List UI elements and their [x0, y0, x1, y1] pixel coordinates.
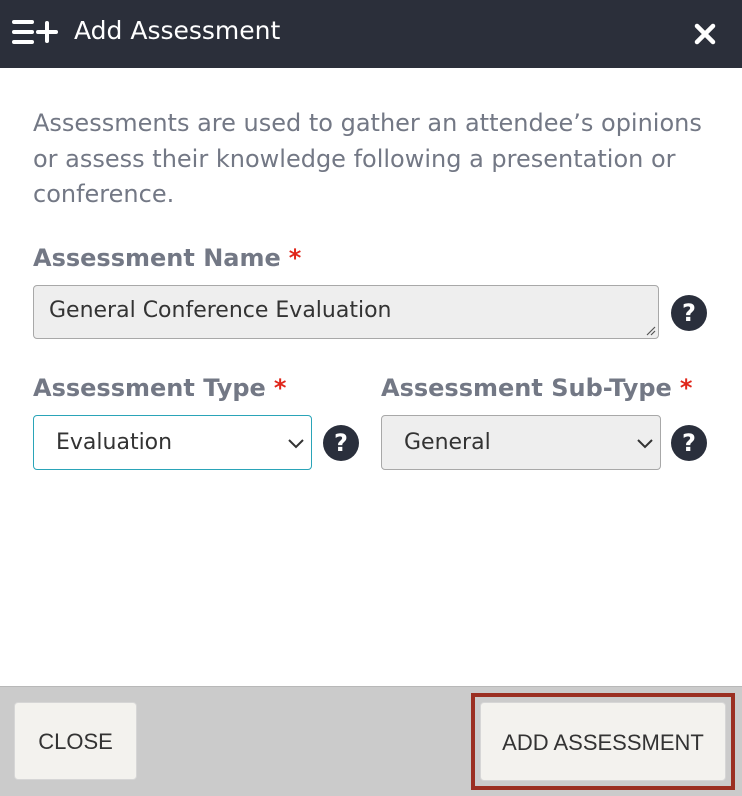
chevron-down-icon	[288, 439, 304, 449]
close-icon[interactable]	[690, 19, 720, 49]
assessment-type-value: Evaluation	[56, 430, 173, 455]
assessment-type-label: Assessment Type *	[33, 372, 286, 404]
assessment-name-input[interactable]: General Conference Evaluation	[33, 285, 659, 339]
assessment-name-value: General Conference Evaluation	[49, 298, 392, 323]
add-assessment-button[interactable]: ADD ASSESSMENT	[480, 702, 726, 781]
assessment-name-help-icon[interactable]: ?	[671, 295, 707, 331]
resize-handle-icon[interactable]	[644, 324, 656, 336]
chevron-down-icon	[637, 439, 653, 449]
add-list-icon	[12, 20, 58, 44]
assessment-subtype-label: Assessment Sub-Type *	[381, 372, 692, 404]
assessment-subtype-value: General	[404, 430, 491, 455]
required-asterisk: *	[273, 374, 287, 402]
required-asterisk: *	[288, 244, 302, 272]
assessment-type-help-icon[interactable]: ?	[323, 425, 359, 461]
dialog-titlebar: Add Assessment	[0, 0, 742, 68]
close-button[interactable]: CLOSE	[14, 702, 137, 780]
assessment-name-label-text: Assessment Name	[33, 244, 281, 272]
assessment-subtype-help-icon[interactable]: ?	[671, 425, 707, 461]
assessment-subtype-label-text: Assessment Sub-Type	[381, 374, 672, 402]
dialog-description: Assessments are used to gather an attend…	[33, 109, 702, 208]
assessment-subtype-select[interactable]: General	[381, 415, 661, 470]
assessment-name-label: Assessment Name *	[33, 242, 301, 274]
dialog-footer: CLOSE ADD ASSESSMENT	[0, 686, 742, 796]
required-asterisk: *	[679, 374, 693, 402]
assessment-type-select[interactable]: Evaluation	[33, 415, 312, 470]
dialog-title: Add Assessment	[74, 16, 281, 45]
assessment-type-label-text: Assessment Type	[33, 374, 266, 402]
